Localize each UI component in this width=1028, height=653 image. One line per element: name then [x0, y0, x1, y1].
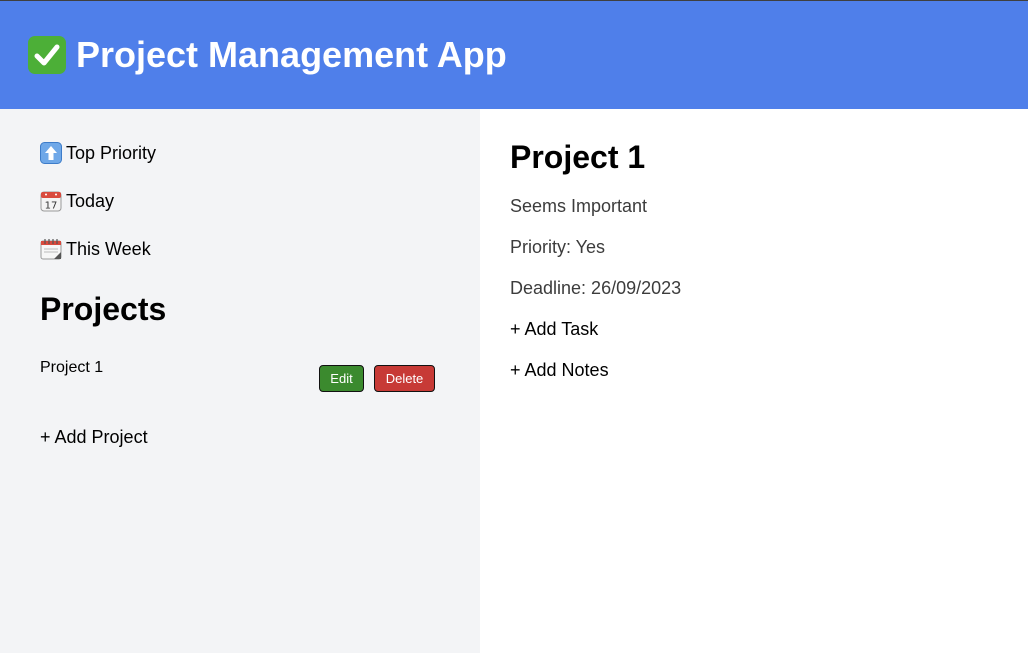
sidebar-item-top-priority[interactable]: Top Priority	[40, 142, 156, 164]
spiral-calendar-icon	[40, 238, 62, 260]
project-list-item: Project 1 Edit Delete	[40, 357, 436, 393]
project-name[interactable]: Project 1	[40, 359, 103, 377]
delete-project-button[interactable]: Delete	[374, 365, 435, 392]
sidebar-item-this-week[interactable]: This Week	[40, 238, 151, 260]
add-task-button[interactable]: + Add Task	[510, 319, 598, 340]
sidebar-item-label: This Week	[66, 238, 151, 259]
add-project-button[interactable]: + Add Project	[40, 427, 148, 448]
app-title-text: Project Management App	[76, 34, 507, 75]
app-title: Project Management App	[28, 34, 507, 76]
calendar-icon: 17	[40, 190, 62, 212]
sidebar-item-label: Top Priority	[66, 142, 157, 163]
sidebar-item-label: Today	[66, 190, 115, 211]
app-header: Project Management App	[0, 1, 1028, 109]
up-arrow-icon	[40, 142, 62, 164]
check-mark-icon	[28, 36, 66, 74]
project-detail-panel: Project 1 Seems Important Priority: Yes …	[480, 109, 1028, 653]
svg-text:17: 17	[45, 201, 58, 212]
sidebar-item-today[interactable]: 17 Today	[40, 190, 114, 212]
projects-heading: Projects	[40, 291, 167, 327]
sidebar: Top Priority 17 Today This Week Projects…	[0, 109, 480, 653]
project-deadline: Deadline: 26/09/2023	[510, 278, 682, 298]
app-window: Project Management App Top Priority 17 T…	[0, 0, 1028, 653]
add-notes-button[interactable]: + Add Notes	[510, 360, 609, 381]
project-priority: Priority: Yes	[510, 237, 606, 257]
project-title: Project 1	[510, 139, 646, 175]
edit-project-button[interactable]: Edit	[319, 365, 364, 392]
project-description: Seems Important	[510, 196, 648, 216]
